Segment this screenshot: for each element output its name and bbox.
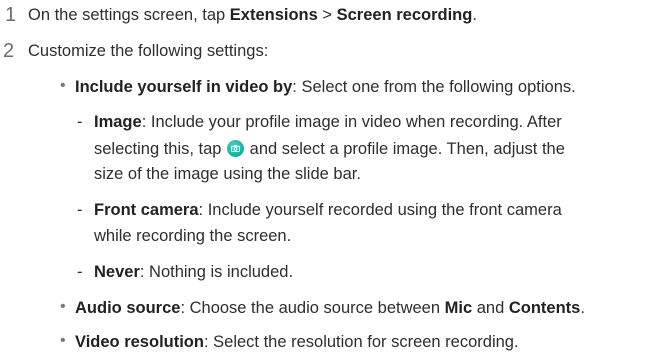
mic-term: Mic — [444, 299, 473, 317]
screen-recording-term: Screen recording — [336, 6, 473, 24]
include-yourself-item: Include yourself in video by: Select one… — [75, 78, 576, 96]
video-resolution-term: Video resolution — [75, 333, 204, 351]
audio-source-term: Audio source — [75, 299, 181, 317]
audio-source-item: Audio source: Choose the audio source be… — [75, 299, 585, 317]
image-option: Image: Include your profile image in vid… — [94, 113, 562, 131]
never-term: Never — [94, 263, 140, 281]
step-1-text: On the settings screen, tap Extensions >… — [28, 6, 477, 24]
step-2-text: Customize the following settings: — [28, 42, 269, 60]
image-option-line3: size of the image using the slide bar. — [94, 165, 361, 183]
bullet: • — [60, 77, 66, 94]
bullet: • — [60, 332, 66, 349]
extensions-term: Extensions — [229, 6, 318, 24]
dash: - — [77, 263, 83, 281]
front-camera-term: Front camera — [94, 201, 199, 219]
bullet: • — [60, 298, 66, 315]
step-number: 1 — [5, 4, 17, 26]
camera-icon — [227, 140, 245, 157]
video-resolution-item: Video resolution: Select the resolution … — [75, 333, 519, 351]
step-number: 2 — [3, 40, 15, 62]
contents-term: Contents — [508, 299, 581, 317]
front-camera-line2: while recording the screen. — [94, 227, 292, 245]
never-option: Never: Nothing is included. — [94, 263, 294, 281]
image-option-line2: selecting this, tap and select a profile… — [94, 140, 565, 158]
image-term: Image — [94, 113, 142, 131]
front-camera-option: Front camera: Include yourself recorded … — [94, 201, 562, 219]
dash: - — [77, 113, 83, 131]
include-yourself-term: Include yourself in video by — [75, 78, 293, 96]
dash: - — [77, 201, 83, 219]
